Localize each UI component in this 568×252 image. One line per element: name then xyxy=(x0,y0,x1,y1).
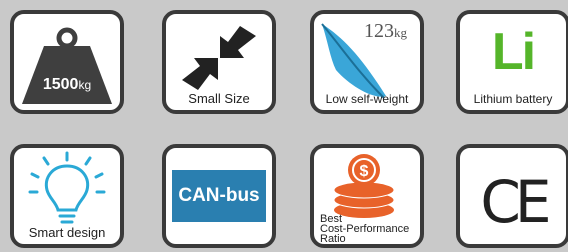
svg-text:$: $ xyxy=(360,163,369,180)
tile-smart-design: Smart design xyxy=(10,144,124,248)
canbus-icon: CAN-bus xyxy=(172,170,266,222)
tile-low-self-weight: 123kg Low self-weight xyxy=(310,10,424,114)
tile-label-lithium-battery: Lithium battery xyxy=(473,92,553,106)
self-weight-value: 123kg xyxy=(364,20,407,42)
ce-mark-icon: CE xyxy=(480,168,551,236)
tile-cost-performance: $ Best Cost-Performance Ratio xyxy=(310,144,424,248)
weight-capacity-label: 1500kg xyxy=(42,76,92,93)
tile-small-size: Small Size xyxy=(162,10,276,114)
tile-weight: 1500kg xyxy=(10,10,124,114)
tile-ce-mark: CE xyxy=(456,144,568,248)
tile-canbus: CAN-bus xyxy=(162,144,276,248)
lithium-icon: Li xyxy=(491,23,536,81)
tile-lithium-battery: Li Lithium battery xyxy=(456,10,568,114)
tile-label-small-size: Small Size xyxy=(188,91,250,106)
weight-icon xyxy=(22,27,112,104)
cost-performance-label: Best Cost-Performance Ratio xyxy=(320,213,410,245)
tile-label-low-self-weight: Low self-weight xyxy=(325,92,409,106)
tile-label-smart-design: Smart design xyxy=(28,225,106,240)
